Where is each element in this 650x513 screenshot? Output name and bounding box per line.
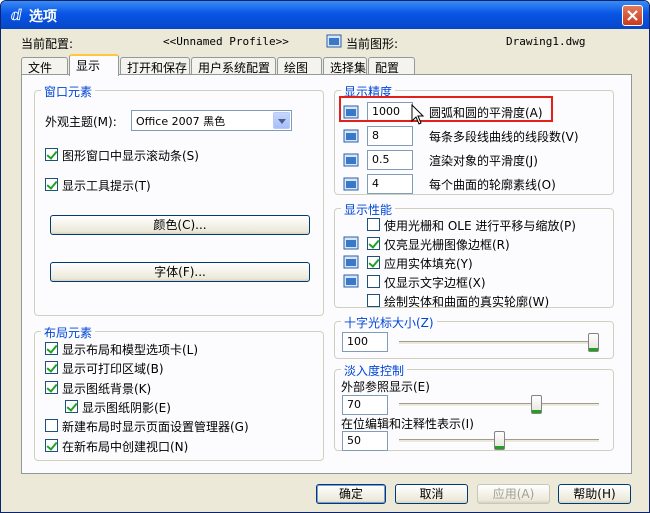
crosshair-group: 十字光标大小(Z) 100: [334, 314, 614, 359]
tab-files[interactable]: 文件: [21, 57, 68, 75]
xref-display-label: 外部参照显示(E): [341, 380, 430, 394]
contour-lines-label: 每个曲面的轮廓素线(O): [429, 178, 556, 192]
layout-tabs-label: 显示布局和模型选项卡(L): [62, 343, 199, 357]
drawing-icon: [343, 153, 359, 167]
chevron-down-icon[interactable]: [273, 112, 290, 129]
fonts-button[interactable]: 字体(F)...: [50, 262, 310, 282]
crosshair-slider-track[interactable]: [399, 341, 599, 345]
page-setup-manager-label: 新建布局时显示页面设置管理器(G): [62, 420, 249, 434]
display-performance-title: 显示性能: [341, 201, 396, 218]
tab-user-preferences[interactable]: 用户系统配置: [191, 57, 276, 75]
cancel-button[interactable]: 取消: [395, 484, 468, 504]
text-frame-checkbox[interactable]: [367, 275, 380, 288]
crosshair-size-input[interactable]: 100: [342, 332, 388, 352]
text-frame-label: 仅显示文字边框(X): [384, 276, 486, 290]
inplace-fade-input[interactable]: 50: [342, 431, 388, 451]
layout-tabs-checkbox[interactable]: [45, 342, 58, 355]
autocad-icon: ⅆ: [10, 6, 22, 24]
mouse-cursor-icon: [411, 104, 425, 125]
solid-fill-label: 应用实体填充(Y): [384, 257, 473, 271]
options-dialog: ⅆ 选项 当前配置: <<Unnamed Profile>> 当前图形: Dra…: [0, 0, 650, 513]
display-performance-group: 显示性能 使用光栅和 OLE 进行平移与缩放(P) 仅亮显光栅图像边框(R) 应…: [334, 201, 614, 309]
theme-label: 外观主题(M):: [45, 115, 117, 129]
colors-button[interactable]: 颜色(C)...: [50, 215, 310, 235]
drawing-icon: [326, 34, 342, 48]
show-scrollbars-checkbox[interactable]: [45, 148, 58, 161]
drawing-icon: [343, 129, 359, 143]
polyline-segments-input[interactable]: 8: [367, 126, 413, 146]
tab-display[interactable]: 显示: [69, 54, 119, 76]
current-drawing-value: Drawing1.dwg: [506, 35, 586, 48]
paper-shadow-label: 显示图纸阴影(E): [82, 401, 171, 415]
page-setup-manager-checkbox[interactable]: [45, 419, 58, 432]
highlight-raster-frame-label: 仅亮显光栅图像边框(R): [384, 238, 510, 252]
paper-shadow-checkbox[interactable]: [65, 400, 78, 413]
raster-ole-label: 使用光栅和 OLE 进行平移与缩放(P): [384, 219, 576, 233]
drawing-icon: [343, 177, 359, 191]
contour-lines-input[interactable]: 4: [367, 174, 413, 194]
current-profile-label: 当前配置:: [21, 37, 74, 51]
printable-area-checkbox[interactable]: [45, 361, 58, 374]
inplace-edit-label: 在位编辑和注释性表示(I): [341, 417, 474, 431]
drawing-icon: [343, 274, 359, 288]
help-button[interactable]: 帮助(H): [558, 484, 631, 504]
true-silhouettes-checkbox[interactable]: [367, 294, 380, 307]
close-button[interactable]: [622, 5, 643, 26]
raster-ole-checkbox[interactable]: [367, 218, 380, 231]
xref-fade-slider-track[interactable]: [399, 403, 599, 407]
layout-elements-group: 布局元素 显示布局和模型选项卡(L) 显示可打印区域(B) 显示图纸背景(K) …: [34, 324, 324, 461]
paper-background-checkbox[interactable]: [45, 381, 58, 394]
solid-fill-checkbox[interactable]: [367, 256, 380, 269]
paper-background-label: 显示图纸背景(K): [62, 382, 152, 396]
show-tooltips-label: 显示工具提示(T): [62, 179, 151, 193]
inplace-fade-slider-thumb[interactable]: [493, 431, 505, 450]
display-tab-panel: 窗口元素 外观主题(M): Office 2007 黑色 图形窗口中显示滚动条(…: [21, 74, 632, 474]
create-viewport-label: 在新布局中创建视口(N): [62, 440, 189, 454]
ok-button[interactable]: 确定: [316, 484, 386, 504]
crosshair-title: 十字光标大小(Z): [341, 314, 437, 331]
tab-open-save[interactable]: 打开和保存: [120, 57, 190, 75]
tab-profiles[interactable]: 配置: [368, 57, 415, 75]
crosshair-slider-thumb[interactable]: [588, 333, 599, 352]
fade-control-group: 淡入度控制 外部参照显示(E) 70 在位编辑和注释性表示(I) 50: [334, 362, 614, 451]
xref-fade-input[interactable]: 70: [342, 395, 388, 415]
tab-selection[interactable]: 选择集: [323, 57, 367, 75]
close-icon: [627, 10, 638, 21]
tab-drafting[interactable]: 绘图: [277, 57, 322, 75]
render-smoothness-label: 渲染对象的平滑度(J): [429, 154, 538, 168]
drawing-icon: [343, 236, 359, 250]
apply-button[interactable]: 应用(A): [477, 484, 550, 504]
window-title: 选项: [29, 9, 57, 25]
true-silhouettes-label: 绘制实体和曲面的真实轮廓(W): [384, 295, 550, 309]
title-bar[interactable]: ⅆ 选项: [1, 1, 649, 29]
theme-select-value: Office 2007 黑色: [136, 115, 226, 128]
highlight-annotation: [339, 96, 553, 122]
current-drawing-label: 当前图形:: [346, 37, 399, 51]
printable-area-label: 显示可打印区域(B): [62, 362, 164, 376]
create-viewport-checkbox[interactable]: [45, 439, 58, 452]
theme-select[interactable]: Office 2007 黑色: [131, 110, 292, 131]
render-smoothness-input[interactable]: 0.5: [367, 150, 413, 170]
fade-control-title: 淡入度控制: [341, 362, 408, 379]
xref-fade-slider-thumb[interactable]: [531, 395, 543, 414]
drawing-icon: [343, 255, 359, 269]
show-scrollbars-label: 图形窗口中显示滚动条(S): [62, 149, 199, 163]
window-elements-group: 窗口元素 外观主题(M): Office 2007 黑色 图形窗口中显示滚动条(…: [34, 83, 324, 316]
current-profile-value: <<Unnamed Profile>>: [163, 35, 289, 48]
layout-elements-title: 布局元素: [41, 324, 96, 341]
show-tooltips-checkbox[interactable]: [45, 178, 58, 191]
window-elements-title: 窗口元素: [41, 83, 96, 100]
highlight-raster-frame-checkbox[interactable]: [367, 237, 380, 250]
polyline-segments-label: 每条多段线曲线的线段数(V): [429, 130, 579, 144]
